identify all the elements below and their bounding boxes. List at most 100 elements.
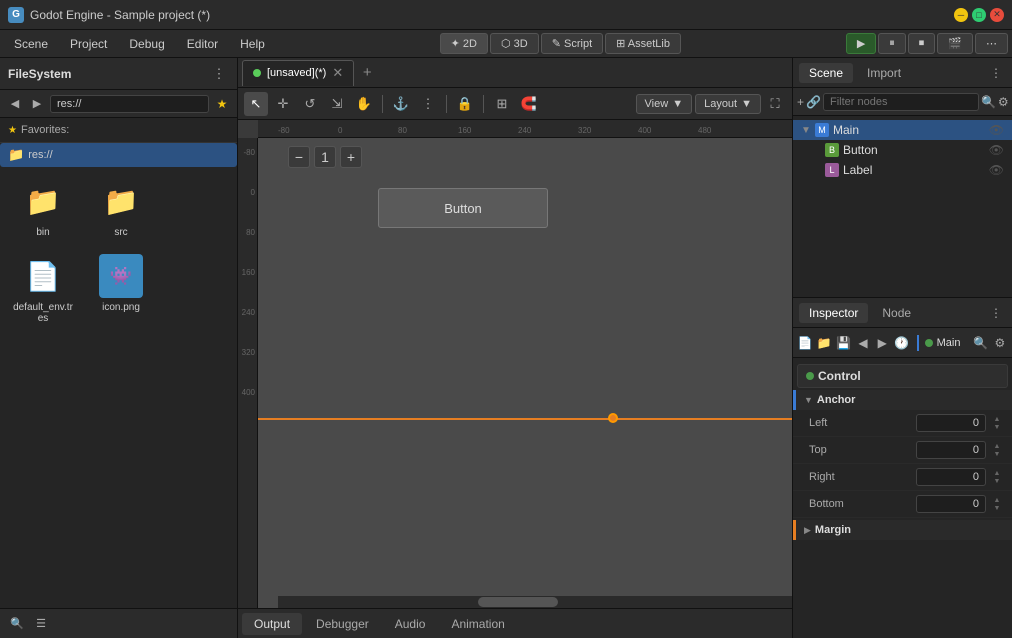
- add-node-button[interactable]: +: [797, 92, 804, 112]
- stepper-up-icon[interactable]: ▲: [994, 497, 1001, 504]
- folder-item-res[interactable]: 📁 res://: [0, 143, 237, 167]
- menu-editor[interactable]: Editor: [177, 34, 228, 54]
- anchor-tool-button[interactable]: ⚓: [389, 92, 413, 116]
- anchor-group-header[interactable]: ▼ Anchor: [793, 390, 1012, 410]
- scale-tool-button[interactable]: ⇲: [325, 92, 349, 116]
- margin-group-header[interactable]: ▶ Margin: [793, 520, 1012, 540]
- view-button[interactable]: View ▼: [636, 94, 693, 114]
- tab-close-button[interactable]: ✕: [332, 65, 343, 81]
- canvas-area[interactable]: − 1 + Button: [258, 138, 792, 608]
- inspector-options-button[interactable]: ⋮: [986, 303, 1006, 323]
- add-tab-button[interactable]: +: [356, 62, 378, 84]
- move-tool-button[interactable]: ✛: [271, 92, 295, 116]
- filesystem-options-button[interactable]: ⋮: [209, 64, 229, 84]
- menu-project[interactable]: Project: [60, 34, 117, 54]
- stepper-down-icon[interactable]: ▼: [994, 478, 1001, 485]
- editor-viewport[interactable]: -80 0 80 160 240 320 400 480 -80 0 80 16…: [238, 120, 792, 608]
- inspector-file-button[interactable]: 📄: [797, 332, 813, 354]
- tree-item-main[interactable]: ▼ M Main 👁: [793, 120, 1012, 140]
- property-stepper[interactable]: ▲ ▼: [990, 494, 1004, 514]
- inspector-tab-node[interactable]: Node: [872, 303, 921, 323]
- snap-button[interactable]: 🧲: [517, 92, 541, 116]
- property-value-input[interactable]: [916, 441, 986, 459]
- control-section-header[interactable]: Control: [797, 364, 1008, 388]
- maximize-button[interactable]: □: [972, 8, 986, 22]
- inspector-search-button[interactable]: 🔍: [972, 332, 988, 354]
- file-item-src[interactable]: 📁 src: [86, 175, 156, 242]
- editor-tab-unsaved[interactable]: [unsaved](*) ✕: [242, 60, 354, 86]
- assetlib-button[interactable]: ⊞ AssetLib: [605, 33, 681, 54]
- nav-forward-button[interactable]: ▶: [28, 95, 46, 113]
- search-files-button[interactable]: 🔍: [8, 615, 26, 633]
- output-tab[interactable]: Output: [242, 613, 302, 635]
- inspector-folder-button[interactable]: 📁: [816, 332, 832, 354]
- animation-tab[interactable]: Animation: [439, 613, 516, 635]
- scene-tab-import[interactable]: Import: [857, 63, 911, 83]
- link-node-button[interactable]: 🔗: [806, 92, 821, 112]
- scrollbar-thumb[interactable]: [478, 597, 558, 607]
- visibility-icon[interactable]: 👁: [989, 123, 1004, 137]
- minimize-button[interactable]: ─: [954, 8, 968, 22]
- menu-help[interactable]: Help: [230, 34, 275, 54]
- debugger-tab[interactable]: Debugger: [304, 613, 381, 635]
- scene-config-button[interactable]: ⚙: [998, 92, 1009, 112]
- inspector-prev-button[interactable]: ◀: [855, 332, 871, 354]
- inspector-config-button[interactable]: ⚙: [992, 332, 1008, 354]
- stepper-down-icon[interactable]: ▼: [994, 424, 1001, 431]
- nav-back-button[interactable]: ◀: [6, 95, 24, 113]
- file-item-env[interactable]: 📄 default_env.tres: [8, 250, 78, 328]
- inspector-save-button[interactable]: 💾: [836, 332, 852, 354]
- visibility-icon[interactable]: 👁: [989, 163, 1004, 177]
- stepper-down-icon[interactable]: ▼: [994, 451, 1001, 458]
- mode-3d-button[interactable]: ⬡ 3D: [490, 33, 539, 54]
- stop-button[interactable]: ⏹: [908, 33, 936, 54]
- filter-search-button[interactable]: 🔍: [981, 92, 996, 112]
- scene-tab-scene[interactable]: Scene: [799, 63, 853, 83]
- tree-item-button[interactable]: B Button 👁: [793, 140, 1012, 160]
- play-button[interactable]: ▶: [846, 33, 876, 54]
- inspector-history-button[interactable]: 🕐: [893, 332, 909, 354]
- zoom-in-button[interactable]: +: [340, 146, 362, 168]
- property-value-input[interactable]: [916, 414, 986, 432]
- zoom-reset-button[interactable]: 1: [314, 146, 336, 168]
- stepper-down-icon[interactable]: ▼: [994, 505, 1001, 512]
- inspector-tab-inspector[interactable]: Inspector: [799, 303, 868, 323]
- file-item-bin[interactable]: 📁 bin: [8, 175, 78, 242]
- list-view-button[interactable]: ☰: [32, 615, 50, 633]
- property-stepper[interactable]: ▲ ▼: [990, 467, 1004, 487]
- file-item-icon[interactable]: 👾 icon.png: [86, 250, 156, 328]
- inspector-next-button[interactable]: ▶: [874, 332, 890, 354]
- property-stepper[interactable]: ▲ ▼: [990, 440, 1004, 460]
- property-value-input[interactable]: [916, 468, 986, 486]
- filter-nodes-input[interactable]: [823, 93, 979, 111]
- layout-button[interactable]: Layout ▼: [695, 94, 761, 114]
- rotate-tool-button[interactable]: ↺: [298, 92, 322, 116]
- stepper-up-icon[interactable]: ▲: [994, 470, 1001, 477]
- more-tools-button[interactable]: ⋮: [416, 92, 440, 116]
- bookmark-button[interactable]: ★: [213, 95, 231, 113]
- select-tool-button[interactable]: ↖: [244, 92, 268, 116]
- menu-debug[interactable]: Debug: [119, 34, 174, 54]
- movie-button[interactable]: 🎬: [937, 33, 973, 54]
- pause-button[interactable]: ⏸: [878, 33, 906, 54]
- fullscreen-button[interactable]: ⛶: [764, 93, 786, 115]
- close-button[interactable]: ✕: [990, 8, 1004, 22]
- mode-2d-button[interactable]: ✦ 2D: [440, 33, 488, 54]
- audio-tab[interactable]: Audio: [383, 613, 438, 635]
- lock-button[interactable]: 🔒: [453, 92, 477, 116]
- visibility-icon[interactable]: 👁: [989, 143, 1004, 157]
- property-stepper[interactable]: ▲ ▼: [990, 413, 1004, 433]
- horizontal-scrollbar[interactable]: [278, 596, 792, 608]
- pan-tool-button[interactable]: ✋: [352, 92, 376, 116]
- tree-item-label[interactable]: L Label 👁: [793, 160, 1012, 180]
- menu-scene[interactable]: Scene: [4, 34, 58, 54]
- more-button[interactable]: ⋯: [975, 33, 1008, 54]
- button-node[interactable]: Button: [378, 188, 548, 228]
- grid-button[interactable]: ⊞: [490, 92, 514, 116]
- zoom-out-button[interactable]: −: [288, 146, 310, 168]
- property-value-input[interactable]: [916, 495, 986, 513]
- stepper-up-icon[interactable]: ▲: [994, 443, 1001, 450]
- stepper-up-icon[interactable]: ▲: [994, 416, 1001, 423]
- scene-options-button[interactable]: ⋮: [986, 63, 1006, 83]
- script-button[interactable]: ✎ Script: [541, 33, 603, 54]
